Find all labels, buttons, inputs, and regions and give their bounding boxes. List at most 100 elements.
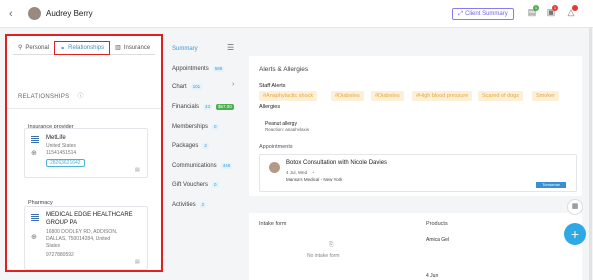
nav-gift-vouchers-label: Gift Vouchers	[172, 182, 209, 188]
pharmacy-address-line2: DALLAS, 750014284, United	[46, 236, 111, 242]
dot-icon: •	[312, 170, 315, 175]
nav-financials-label: Financials	[172, 104, 200, 110]
relationships-title-text: RELATIONSHIPS	[18, 94, 70, 100]
alert-tag: #Diabetes	[371, 91, 404, 101]
nav-financials-count: 43	[203, 104, 213, 110]
scrollbar[interactable]	[589, 28, 592, 280]
globe-icon: ⊕	[31, 234, 37, 241]
client-summary-button[interactable]: ⤢ Client Summary	[452, 8, 514, 20]
pharmacy-card[interactable]: MEDICAL EDGE HEALTHCARE GROUP PA ⊕ 16800…	[24, 206, 148, 270]
person-icon: ⚲	[18, 45, 23, 51]
relationships-panel: ⚲ Personal ⚭ Relationships ▥ Insurance R…	[5, 34, 163, 272]
clipboard-badge: 1	[552, 5, 558, 11]
alert-tag: Scared of dogs	[478, 91, 523, 101]
practitioner-avatar	[269, 162, 280, 173]
pharmacy-name-line1: MEDICAL EDGE HEALTHCARE	[46, 212, 133, 218]
nav-appointments-label: Appointments	[172, 66, 209, 72]
tab-insurance-label: Insurance	[123, 44, 151, 51]
insurance-code: 11541451514	[46, 150, 77, 156]
info-icon[interactable]: ⓘ	[77, 94, 83, 100]
nav-summary[interactable]: Summary	[172, 46, 198, 52]
nav-appointments[interactable]: Appointments 586	[172, 66, 225, 72]
divider	[7, 108, 161, 109]
id-card-badge: 1	[533, 5, 539, 11]
product-name: Amica Gel	[426, 237, 450, 243]
chevron-right-icon[interactable]: ›	[232, 81, 234, 88]
allergies-label: Allergies	[259, 104, 281, 110]
appointment-card[interactable]: Botox Consultation with Nicole Davies 4 …	[259, 154, 577, 192]
calendar-button[interactable]: ▦	[567, 199, 583, 215]
pharmacy-address-line3: States	[46, 243, 61, 249]
nav-financials[interactable]: Financials 43 $67.00	[172, 104, 234, 110]
nav-activities[interactable]: Activities 2	[172, 202, 207, 208]
tab-personal-label: Personal	[25, 44, 50, 51]
form-icon: ⎘	[329, 242, 334, 248]
appointment-status-badge: Tomorrow	[536, 182, 566, 188]
top-header: ‹ Audrey Berry ⤢ Client Summary ▤ 1 ▣ 1 …	[0, 0, 593, 28]
client-nav: Summary ☰ Appointments 586 Chart 101 › F…	[166, 37, 242, 277]
insurance-phone[interactable]: 28263621642	[46, 159, 85, 167]
nav-summary-label: Summary	[172, 46, 198, 52]
nav-memberships-count: 0	[212, 124, 219, 130]
alerts-title: Alerts & Allergies	[259, 66, 309, 73]
intake-form-label: Intake form	[259, 221, 287, 227]
no-intake-text: No intake form	[307, 253, 340, 259]
nav-packages-count: 2	[202, 143, 209, 149]
pharmacy-address-line1: 16800 DOOLEY RD, ADDISON,	[46, 229, 118, 235]
nav-communications-label: Communications	[172, 163, 217, 169]
nav-gift-vouchers-count: 0	[212, 182, 219, 188]
client-avatar	[28, 7, 41, 20]
pharmacy-phone[interactable]: 9727880592	[46, 252, 74, 258]
add-button[interactable]: +	[564, 223, 586, 245]
allergy-reaction: Reaction: anaphylaxis	[265, 127, 310, 131]
alert-tag: #High blood pressure	[412, 91, 473, 101]
product-date: 4 Jun	[426, 273, 439, 279]
tab-relationships[interactable]: ⚭ Relationships	[54, 41, 111, 55]
nav-activities-count: 2	[199, 202, 207, 208]
nav-chart-count: 101	[190, 84, 203, 90]
appointment-title: Botox Consultation with Nicole Davies	[286, 160, 388, 166]
nav-memberships-label: Memberships	[172, 124, 209, 130]
nav-packages[interactable]: Packages 2	[172, 143, 209, 149]
nav-packages-label: Packages	[172, 143, 199, 149]
tab-relationships-label: Relationships	[68, 45, 105, 51]
appointments-label: Appointments	[259, 144, 293, 150]
alert-tag: #Anaphylactic shock	[259, 91, 318, 101]
tab-insurance[interactable]: ▥ Insurance	[110, 41, 156, 55]
profile-tabs: ⚲ Personal ⚭ Relationships ▥ Insurance	[13, 41, 156, 55]
nav-communications[interactable]: Communications 448	[172, 163, 233, 169]
forms-products-panel: Intake form ⎘ No intake form Products Am…	[249, 213, 582, 280]
card-doc-icon[interactable]: ▤	[135, 259, 140, 265]
alert-tag: #Diabetes	[331, 91, 364, 101]
nav-gift-vouchers[interactable]: Gift Vouchers 0	[172, 182, 219, 188]
appointment-date: 4 Jul, Wed •	[286, 170, 314, 175]
alerts-panel: Alerts & Allergies Staff Alerts #Anaphyl…	[249, 56, 582, 196]
building-icon: ▥	[115, 45, 121, 51]
staff-alerts-label: Staff Alerts	[259, 83, 286, 89]
appointment-location: Mansa's Medical - New York	[286, 177, 343, 182]
pharmacy-name-line2: GROUP PA	[46, 220, 78, 226]
nav-communications-count: 448	[220, 163, 233, 169]
insurance-country: United States	[46, 143, 77, 149]
products-label: Products	[426, 221, 448, 227]
bell-badge	[572, 5, 578, 11]
client-name: Audrey Berry	[46, 9, 93, 18]
globe-icon: ⊕	[31, 150, 37, 157]
nav-financials-amount: $67.00	[216, 104, 234, 110]
relationships-title: RELATIONSHIPS ⓘ	[18, 91, 84, 100]
client-summary-label: Client Summary	[465, 11, 508, 17]
insurance-card[interactable]: MetLife United States ⊕ 11541451514 2826…	[24, 128, 148, 178]
pharmacy-logo-icon	[30, 213, 40, 222]
link-icon: ⚭	[60, 45, 66, 52]
nav-appointments-count: 586	[212, 66, 225, 72]
expand-icon: ⤢	[458, 10, 464, 17]
nav-memberships[interactable]: Memberships 0	[172, 124, 219, 130]
nav-chart[interactable]: Chart 101	[172, 84, 203, 90]
card-doc-icon[interactable]: ▤	[135, 167, 140, 173]
back-arrow-icon[interactable]: ‹	[9, 8, 13, 20]
appointment-date-text: 4 Jul, Wed	[286, 170, 308, 175]
menu-icon[interactable]: ☰	[227, 43, 234, 52]
insurance-name: MetLife	[46, 135, 66, 141]
tab-personal[interactable]: ⚲ Personal	[13, 41, 55, 55]
alert-tag: Smoker	[532, 91, 559, 101]
